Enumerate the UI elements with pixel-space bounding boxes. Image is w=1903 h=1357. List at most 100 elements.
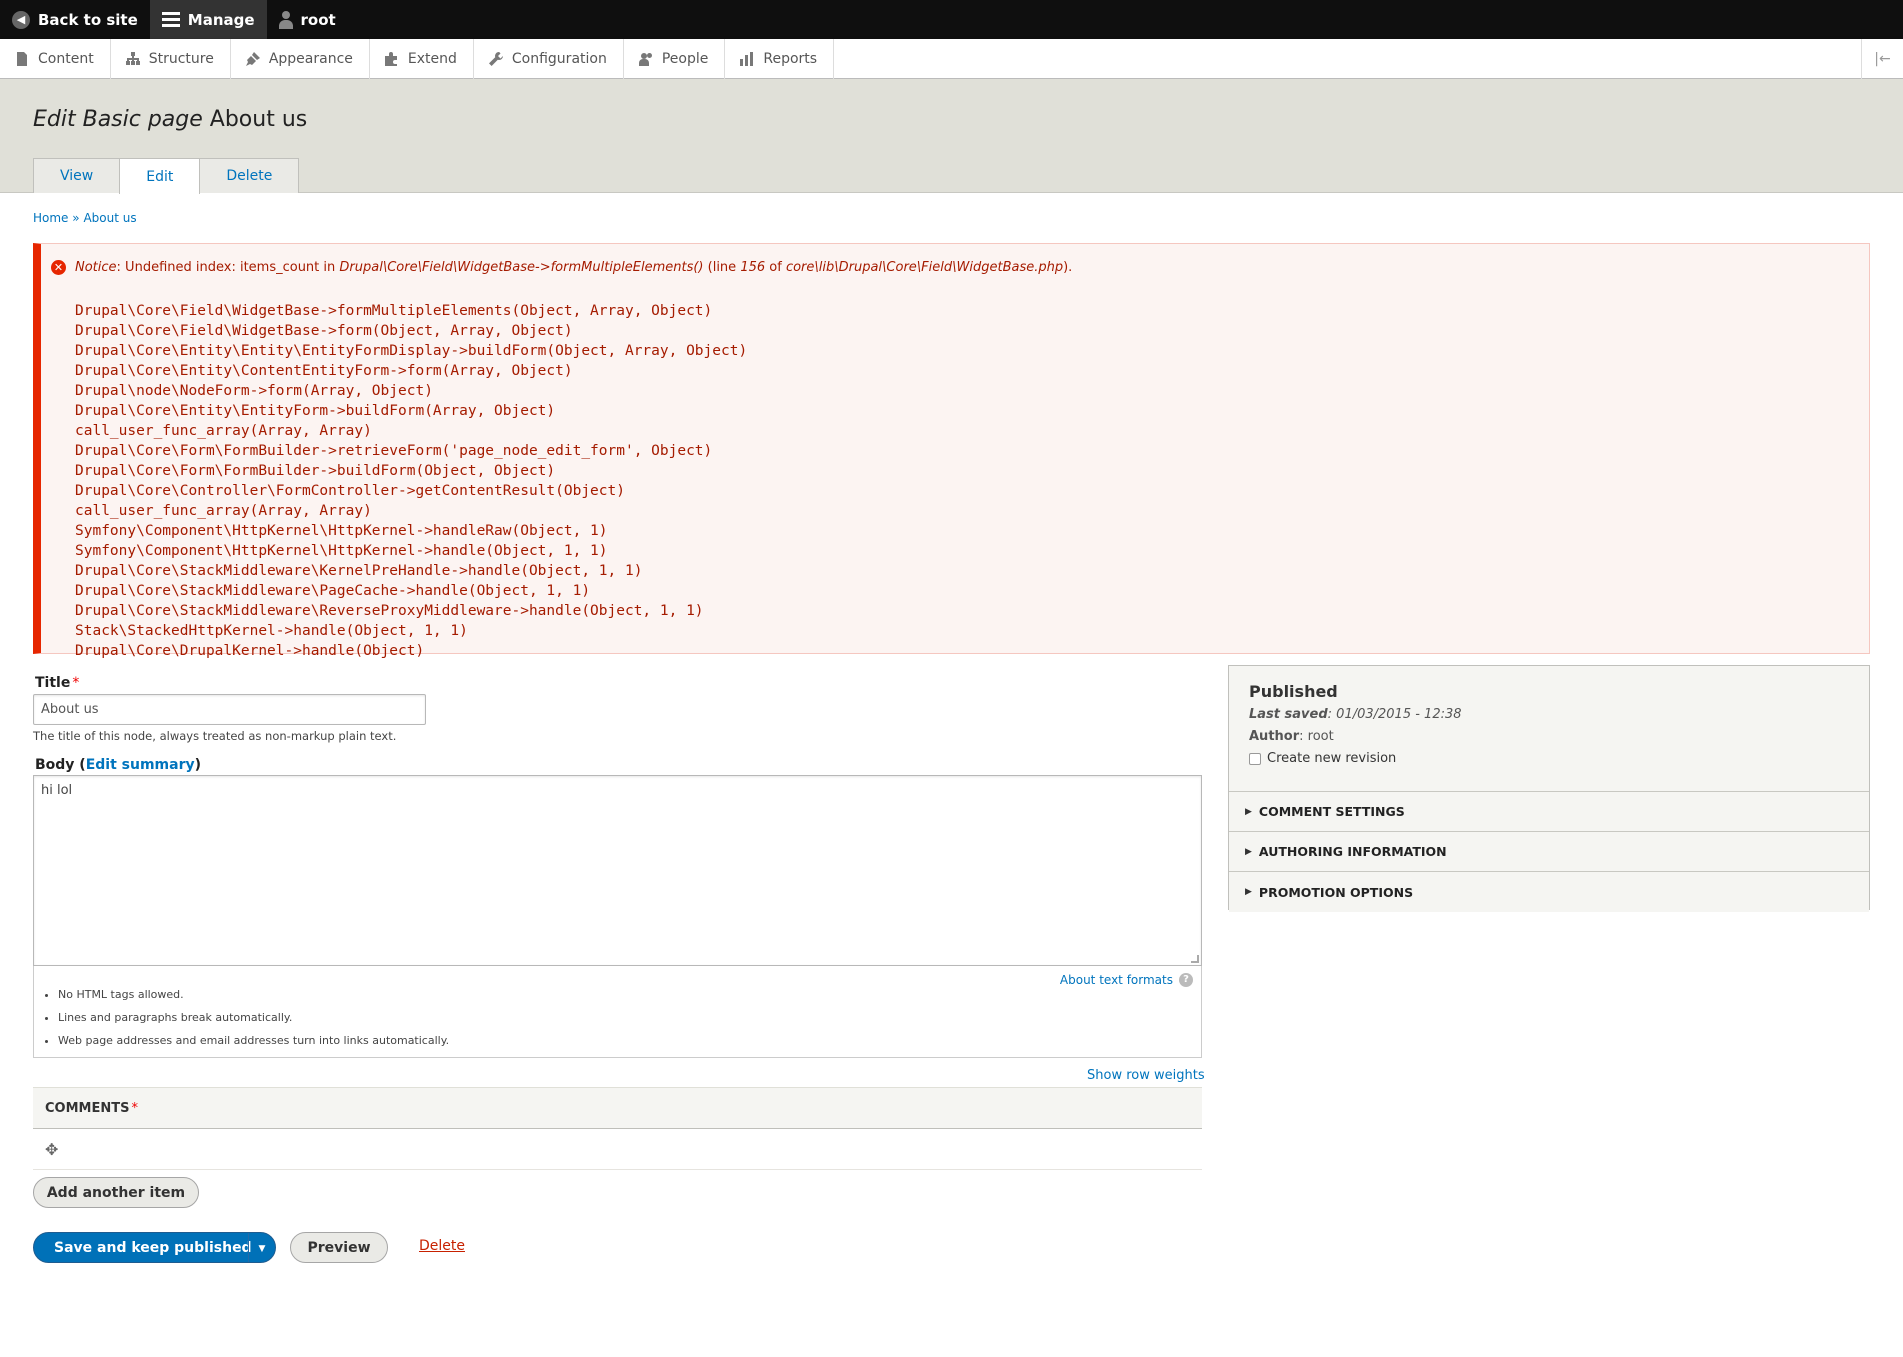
- author-value: : root: [1299, 729, 1334, 744]
- tab-delete[interactable]: Delete: [199, 158, 300, 193]
- title-input[interactable]: [33, 694, 426, 725]
- backtrace-line: Drupal\Core\Entity\EntityForm->buildForm…: [75, 403, 556, 419]
- comments-header: COMMENTS *: [33, 1087, 1202, 1129]
- tab-edit[interactable]: Edit: [119, 158, 201, 194]
- bar-chart-icon: [740, 52, 754, 66]
- menu-item-label: Appearance: [268, 51, 353, 67]
- last-saved-value: : 01/03/2015 - 12:38: [1327, 707, 1462, 722]
- dropdown-toggle-icon[interactable]: ▼: [248, 1233, 275, 1262]
- author-label: Author: [1249, 729, 1300, 744]
- breadcrumb-separator: »: [72, 211, 80, 225]
- backtrace-line: Drupal\Core\Entity\Entity\EntityFormDisp…: [75, 343, 748, 359]
- backtrace-line: Drupal\Core\Field\WidgetBase->formMultip…: [75, 303, 713, 319]
- create-revision-checkbox[interactable]: Create new revision: [1249, 751, 1849, 766]
- required-marker: *: [131, 1100, 138, 1116]
- user-icon: [278, 10, 293, 29]
- menu-item-label: Content: [38, 51, 94, 67]
- backtrace-line: Drupal\node\NodeForm->form(Array, Object…: [75, 383, 433, 399]
- edit-summary-link[interactable]: Edit summary: [86, 757, 195, 773]
- error-type: Notice: [75, 260, 117, 275]
- save-button[interactable]: Save and keep published ▼: [33, 1232, 276, 1263]
- breadcrumb-home[interactable]: Home: [33, 211, 68, 225]
- user-label: root: [300, 10, 336, 29]
- page-title: Edit Basic page About us: [33, 107, 307, 132]
- show-row-weights-link[interactable]: Show row weights: [1087, 1068, 1205, 1083]
- section-title: COMMENT SETTINGS: [1258, 804, 1405, 819]
- backtrace-line: Drupal\Core\Form\FormBuilder->buildForm(…: [75, 463, 556, 479]
- add-another-item-button[interactable]: Add another item: [33, 1177, 199, 1208]
- preview-button[interactable]: Preview: [290, 1232, 388, 1263]
- menu-item-reports[interactable]: Reports: [725, 39, 835, 79]
- manage-tab[interactable]: Manage: [149, 0, 267, 39]
- comments-label: COMMENTS: [45, 1100, 130, 1116]
- menu-item-extend[interactable]: Extend: [370, 39, 474, 79]
- body-textarea[interactable]: hi lol: [33, 775, 1202, 966]
- file-icon: [17, 52, 27, 66]
- admin-toolbar: ◀ Back to site Manage root: [0, 0, 1903, 39]
- breadcrumb: Home » About us: [33, 211, 137, 225]
- body-label: Body (Edit summary): [35, 757, 202, 773]
- title-label-text: Title: [35, 675, 71, 691]
- author: Author: root: [1249, 729, 1849, 744]
- about-text-formats-link[interactable]: About text formats ?: [1060, 973, 1193, 987]
- menu-item-appearance[interactable]: Appearance: [231, 39, 370, 79]
- menu-item-label: Reports: [763, 51, 818, 67]
- error-line-number: 156: [740, 260, 766, 275]
- resize-handle[interactable]: [1191, 955, 1199, 963]
- error-icon: ✕: [51, 260, 66, 275]
- error-text: : Undefined index: items_count in: [116, 260, 340, 275]
- backtrace-line: Symfony\Component\HttpKernel\HttpKernel-…: [75, 523, 608, 539]
- admin-menu-tray: Content Structure Appearance Extend Conf…: [0, 39, 1903, 79]
- hamburger-icon: [161, 12, 180, 27]
- last-saved-label: Last saved: [1249, 707, 1328, 722]
- backtrace-line: Drupal\Core\StackMiddleware\KernelPreHan…: [75, 563, 643, 579]
- primary-tabs: View Edit Delete: [33, 158, 300, 194]
- entity-meta-header: Published Last saved: 01/03/2015 - 12:38…: [1229, 666, 1869, 792]
- drag-handle-icon[interactable]: ✥: [45, 1140, 58, 1159]
- menu-item-configuration[interactable]: Configuration: [474, 39, 624, 79]
- back-to-site-link[interactable]: ◀ Back to site: [0, 0, 150, 39]
- menu-item-label: People: [661, 51, 709, 67]
- collapse-sidebar-icon: |←: [1874, 51, 1891, 67]
- menu-item-label: Configuration: [511, 51, 607, 67]
- menu-item-structure[interactable]: Structure: [111, 39, 231, 79]
- text-format-wrapper: About text formats ? No HTML tags allowe…: [33, 966, 1202, 1058]
- menu-item-label: Structure: [148, 51, 214, 67]
- menu-item-content[interactable]: Content: [0, 39, 111, 79]
- delete-link[interactable]: Delete: [419, 1238, 465, 1254]
- authoring-information-section[interactable]: ▶ AUTHORING INFORMATION: [1229, 832, 1869, 872]
- comment-settings-section[interactable]: ▶ COMMENT SETTINGS: [1229, 792, 1869, 832]
- triangle-right-icon: ▶: [1245, 806, 1252, 817]
- backtrace-line: Stack\StackedHttpKernel->handle(Object, …: [75, 623, 468, 639]
- error-end: ).: [1063, 260, 1073, 275]
- backtrace-line: call_user_func_array(Array, Array): [75, 503, 372, 519]
- breadcrumb-current[interactable]: About us: [83, 211, 136, 225]
- filter-tips: No HTML tags allowed. Lines and paragrap…: [58, 983, 449, 1052]
- puzzle-icon: [384, 52, 397, 66]
- title-description: The title of this node, always treated a…: [33, 729, 397, 743]
- tray-orientation-toggle[interactable]: |←: [1861, 39, 1903, 79]
- people-icon: [638, 53, 652, 66]
- wrench-icon: [488, 52, 503, 66]
- page-title-prefix: Edit Basic page: [33, 107, 203, 132]
- user-tab[interactable]: root: [267, 0, 348, 39]
- promotion-options-section[interactable]: ▶ PROMOTION OPTIONS: [1229, 872, 1869, 912]
- backtrace-line: Drupal\Core\Entity\ContentEntityForm->fo…: [75, 363, 573, 379]
- tab-view[interactable]: View: [33, 158, 121, 193]
- backtrace-line: call_user_func_array(Array, Array): [75, 423, 372, 439]
- backtrace-line: Drupal\Core\DrupalKernel->handle(Object): [75, 643, 425, 659]
- body-text: hi lol: [41, 783, 73, 798]
- triangle-right-icon: ▶: [1245, 887, 1252, 897]
- help-icon: ?: [1179, 973, 1193, 987]
- comments-table: COMMENTS * ✥: [33, 1087, 1202, 1170]
- entity-meta-sidebar: Published Last saved: 01/03/2015 - 12:38…: [1228, 665, 1870, 912]
- error-file: core\lib\Drupal\Core\Field\WidgetBase.ph…: [785, 260, 1064, 275]
- menu-item-people[interactable]: People: [624, 39, 726, 79]
- error-message: ✕ Notice: Undefined index: items_count i…: [33, 243, 1870, 659]
- error-backtrace: Drupal\Core\Field\WidgetBase->formMultip…: [75, 281, 747, 661]
- back-arrow-icon: ◀: [12, 10, 30, 29]
- page-header: Edit Basic page About us View Edit Delet…: [0, 79, 1903, 194]
- checkbox[interactable]: [1249, 752, 1261, 765]
- backtrace-line: Symfony\Component\HttpKernel\HttpKernel-…: [75, 543, 608, 559]
- save-button-label: Save and keep published: [54, 1239, 252, 1256]
